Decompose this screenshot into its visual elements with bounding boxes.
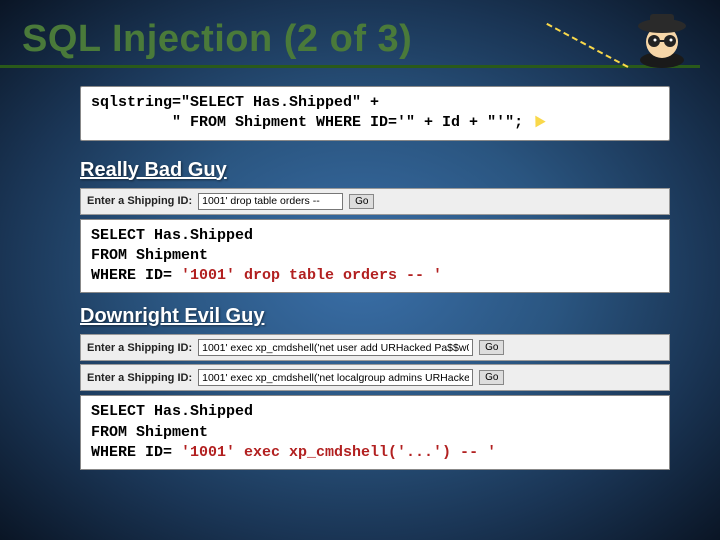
q2-line1: SELECT Has.Shipped xyxy=(91,402,659,422)
slide-body: sqlstring="SELECT Has.Shipped" + " FROM … xyxy=(0,68,720,470)
code-line-2: " FROM Shipment WHERE ID='" + Id + "'"; xyxy=(91,114,523,131)
q1-line1: SELECT Has.Shipped xyxy=(91,226,659,246)
shipping-id-input-1[interactable] xyxy=(198,193,343,210)
heading-bad-guy: Really Bad Guy xyxy=(80,159,670,182)
form-label-3: Enter a Shipping ID: xyxy=(87,372,192,384)
form-label-2: Enter a Shipping ID: xyxy=(87,342,192,354)
code-line-1: sqlstring="SELECT Has.Shipped" + xyxy=(91,94,379,111)
query-result-2: SELECT Has.Shipped FROM Shipment WHERE I… xyxy=(80,395,670,470)
q2-line2: FROM Shipment xyxy=(91,423,659,443)
go-button-1[interactable]: Go xyxy=(349,194,374,209)
q1-injected: '1001' drop table orders -- ' xyxy=(181,267,442,284)
page-title: SQL Injection (2 of 3) xyxy=(0,0,700,68)
q2-where-pre: WHERE ID= xyxy=(91,444,181,461)
go-button-2[interactable]: Go xyxy=(479,340,504,355)
shipping-id-input-3[interactable] xyxy=(198,369,473,386)
spy-icon xyxy=(632,8,692,68)
form-row-1: Enter a Shipping ID: Go xyxy=(80,188,670,215)
heading-evil-guy: Downright Evil Guy xyxy=(80,305,670,328)
form-row-3: Enter a Shipping ID: Go xyxy=(80,364,670,391)
shipping-id-input-2[interactable] xyxy=(198,339,473,356)
q2-line3: WHERE ID= '1001' exec xp_cmdshell('...')… xyxy=(91,443,659,463)
source-code: sqlstring="SELECT Has.Shipped" + " FROM … xyxy=(80,86,670,141)
go-button-3[interactable]: Go xyxy=(479,370,504,385)
form-row-2: Enter a Shipping ID: Go xyxy=(80,334,670,361)
form-label-1: Enter a Shipping ID: xyxy=(87,195,192,207)
query-result-1: SELECT Has.Shipped FROM Shipment WHERE I… xyxy=(80,219,670,294)
q1-line2: FROM Shipment xyxy=(91,246,659,266)
q1-where-pre: WHERE ID= xyxy=(91,267,181,284)
q2-injected: '1001' exec xp_cmdshell('...') -- ' xyxy=(181,444,496,461)
q1-line3: WHERE ID= '1001' drop table orders -- ' xyxy=(91,266,659,286)
